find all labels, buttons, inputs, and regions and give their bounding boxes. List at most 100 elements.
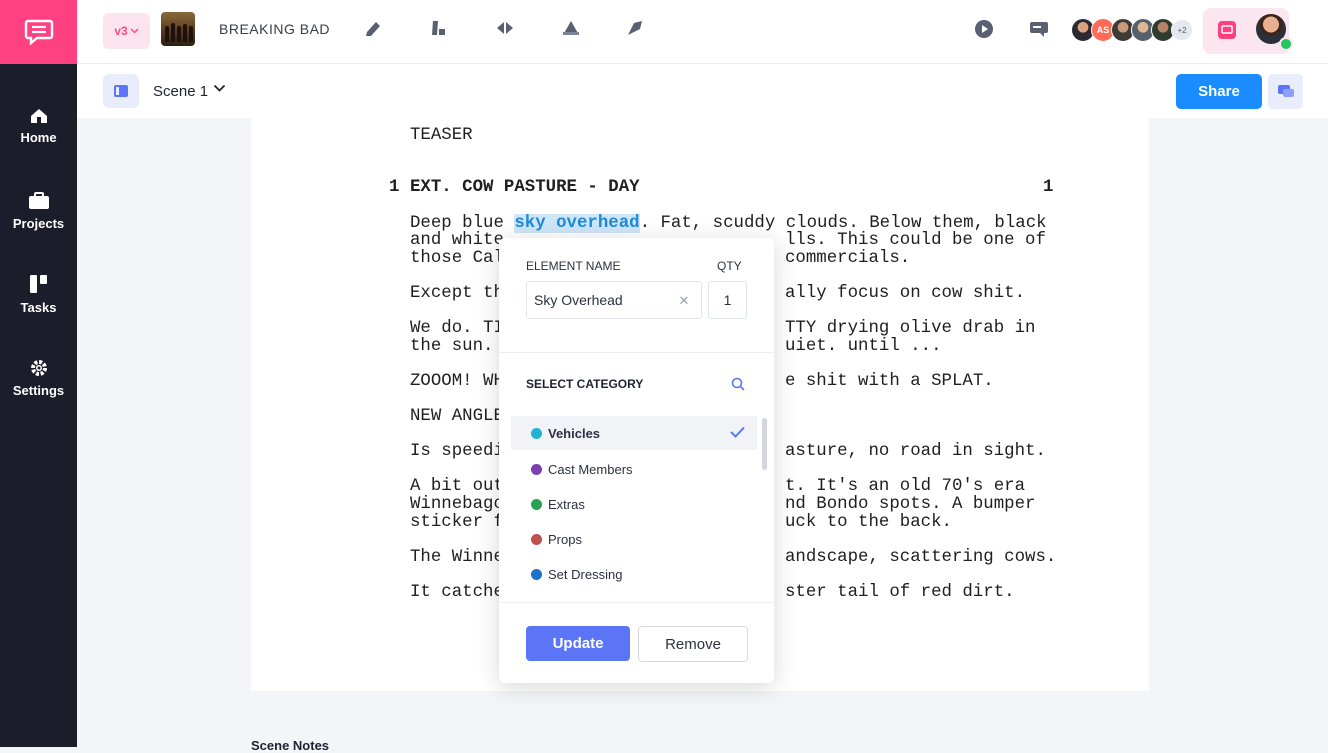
script-line: The Winne	[410, 548, 504, 567]
chevron-down-icon	[130, 28, 139, 34]
panel-icon	[114, 85, 128, 97]
element-name-label: ELEMENT NAME	[526, 259, 621, 273]
divider	[499, 352, 774, 353]
script-line: sticker f	[410, 513, 504, 532]
script-line: e shit with a SPLAT.	[785, 372, 994, 391]
script-line: commercials.	[785, 249, 911, 268]
divider	[499, 602, 774, 603]
nav-settings-label: Settings	[12, 383, 65, 398]
script-line: It catche	[410, 583, 504, 602]
scene-bar: Scene 1 Share	[77, 64, 1328, 118]
category-label: Props	[548, 531, 582, 547]
nav-projects-label: Projects	[12, 216, 65, 231]
project-title[interactable]: BREAKING BAD	[219, 21, 330, 37]
script-line: Is speedi	[410, 442, 504, 461]
category-label: Set Dressing	[548, 566, 623, 582]
pencil-tool[interactable]	[362, 17, 384, 39]
scene-tool[interactable]	[427, 17, 449, 39]
remove-button[interactable]: Remove	[638, 626, 748, 662]
script-line: the sun.	[410, 337, 494, 356]
nav-projects[interactable]: Projects	[0, 192, 77, 231]
script-line: t. It's an old 70's era	[785, 477, 1026, 496]
category-label: Extras	[548, 496, 585, 512]
comments-icon[interactable]	[1029, 19, 1049, 39]
nav-tasks[interactable]: Tasks	[0, 274, 77, 315]
script-line: asture, no road in sight.	[785, 442, 1046, 461]
kanban-icon	[29, 275, 47, 293]
category-color-dot	[531, 463, 542, 475]
top-bar: v3 BREAKING BAD AS +2	[77, 0, 1328, 64]
script-line: Deep blue sky overhead. Fat, scuddy clou…	[410, 214, 1047, 233]
gear-icon	[30, 360, 47, 376]
category-label: Vehicles	[548, 425, 601, 441]
diamond-tool[interactable]	[494, 17, 516, 39]
triangle-tool[interactable]	[560, 17, 582, 39]
search-icon[interactable]	[731, 377, 745, 391]
pencil-icon	[366, 22, 380, 36]
script-line: ster tail of red dirt.	[785, 583, 1015, 602]
category-list: Vehicles Cast Members Extras Props Set D…	[511, 416, 757, 600]
category-scrollbar[interactable]	[762, 418, 767, 470]
scene-notes-heading: Scene Notes	[251, 738, 330, 753]
nav-tasks-label: Tasks	[20, 300, 57, 315]
chat-button[interactable]	[1268, 74, 1303, 109]
scene-selector[interactable]: Scene 1	[153, 83, 208, 100]
highlighted-element[interactable]: sky overhead	[514, 214, 640, 233]
pen-tool[interactable]	[625, 17, 647, 39]
script-line: We do. TI	[410, 319, 504, 338]
pen-tool-icon	[628, 21, 642, 35]
element-name-input[interactable]: Sky Overhead	[526, 281, 702, 319]
script-line: A bit out	[410, 477, 504, 496]
script-line: uck to the back.	[785, 513, 952, 532]
clear-icon[interactable]: ✕	[677, 294, 691, 308]
script-line: uiet. until ...	[785, 337, 942, 356]
script-line: and white	[410, 231, 504, 250]
user-menu[interactable]	[1203, 8, 1293, 54]
scene-number-right: 1	[1043, 178, 1054, 197]
play-icon[interactable]	[974, 19, 994, 39]
script-line: Winnebago	[410, 495, 504, 514]
select-category-label: SELECT CATEGORY	[526, 377, 644, 391]
nav-home[interactable]: Home	[0, 108, 77, 145]
scene-heading: EXT. COW PASTURE - DAY	[410, 178, 640, 197]
home-icon	[30, 109, 47, 123]
chevron-down-icon[interactable]	[213, 84, 226, 93]
scene-number-left: 1	[389, 178, 400, 197]
category-item-extras[interactable]: Extras	[511, 487, 757, 521]
category-label: Cast Members	[548, 461, 633, 477]
script-line: NEW ANGLE	[410, 407, 504, 426]
diamond-tool-icon	[497, 22, 513, 34]
script-line: Except th	[410, 284, 504, 303]
qty-input[interactable]: 1	[708, 281, 747, 319]
script-line: lls. This could be one of	[785, 231, 1046, 250]
left-sidebar: Home Projects Tasks Settings	[0, 0, 77, 747]
category-item-vehicles[interactable]: Vehicles	[511, 416, 757, 450]
chat-icon	[1277, 84, 1294, 97]
script-line: TTY drying olive drab in	[785, 319, 1036, 338]
category-item-cast-members[interactable]: Cast Members	[511, 452, 757, 486]
version-label: v3	[114, 24, 128, 38]
version-selector[interactable]: v3	[103, 13, 150, 49]
online-status-dot	[1279, 37, 1293, 51]
category-item-props[interactable]: Props	[511, 522, 757, 556]
briefcase-icon	[28, 192, 49, 209]
nav-home-label: Home	[20, 130, 57, 145]
avatar-more-count: +2	[1171, 19, 1193, 41]
update-button[interactable]: Update	[526, 626, 630, 661]
nav-settings[interactable]: Settings	[0, 359, 77, 398]
share-button[interactable]: Share	[1176, 74, 1262, 109]
script-line: ally focus on cow shit.	[785, 284, 1026, 303]
project-poster[interactable]	[161, 12, 195, 46]
notifications-icon[interactable]	[1218, 21, 1236, 39]
check-icon	[730, 426, 745, 438]
category-item-set-dressing[interactable]: Set Dressing	[511, 557, 757, 591]
script-line: ZOOOM! WH	[410, 372, 504, 391]
script-line: nd Bondo spots. A bumper	[785, 495, 1036, 514]
category-color-dot	[531, 568, 542, 580]
script-section: TEASER	[410, 126, 473, 145]
qty-label: QTY	[717, 259, 742, 273]
toggle-panel-button[interactable]	[103, 74, 139, 108]
category-color-dot	[531, 498, 542, 510]
app-logo[interactable]	[0, 0, 77, 64]
script-line: those Cal	[410, 249, 504, 268]
